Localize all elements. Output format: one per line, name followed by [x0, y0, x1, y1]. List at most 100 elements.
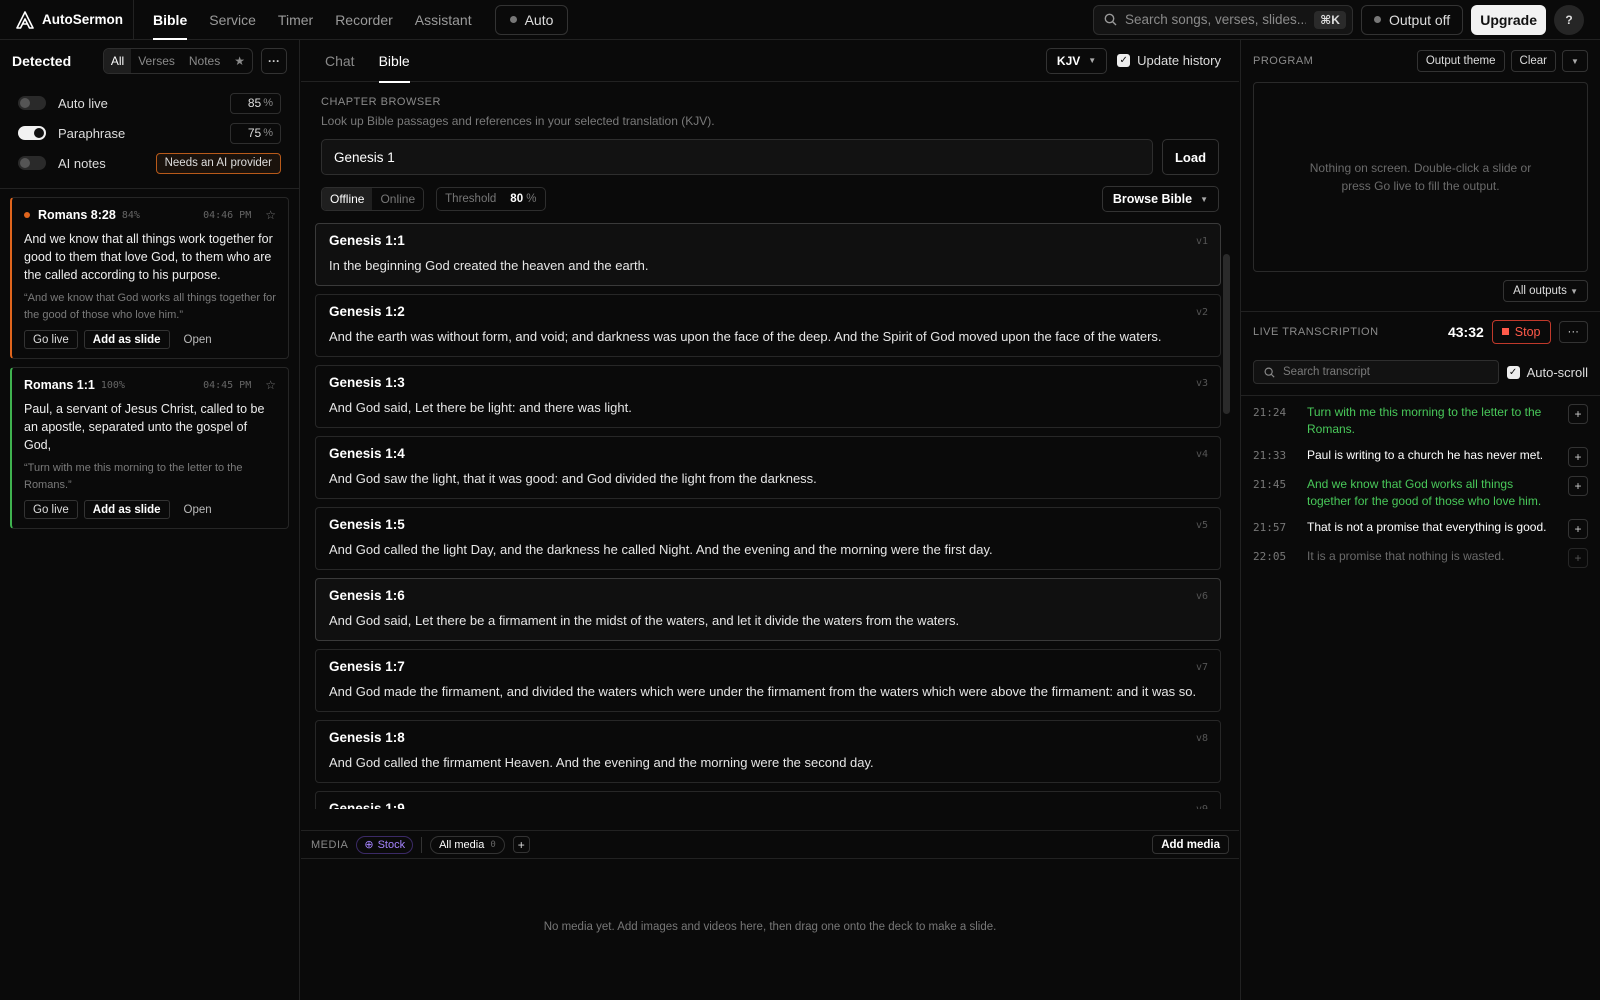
- detection-card[interactable]: Romans 1:1 100% 04:45 PM ☆ Paul, a serva…: [10, 367, 289, 529]
- nav-tab-timer[interactable]: Timer: [267, 0, 324, 40]
- stock-media-button[interactable]: ⊕ Stock: [356, 835, 414, 854]
- verse-text: And God called the firmament Heaven. And…: [329, 755, 874, 770]
- transcript-text: And we know that God works all things to…: [1307, 477, 1542, 508]
- auto-live-threshold-field[interactable]: 85 %: [230, 92, 281, 114]
- globe-icon: ⊕: [364, 839, 374, 851]
- verse-reference: Genesis 1:7: [329, 659, 405, 674]
- brand[interactable]: AutoSermon: [0, 0, 134, 40]
- ai-notes-switch[interactable]: [18, 156, 46, 170]
- program-menu-chevron-down-icon[interactable]: ▼: [1562, 50, 1588, 72]
- paraphrase-threshold-field[interactable]: 75 %: [230, 122, 281, 144]
- add-as-slide-button[interactable]: Add as slide: [83, 330, 170, 349]
- live-transcription-header: LIVE TRANSCRIPTION 43:32 Stop ···: [1241, 311, 1600, 351]
- verse-card[interactable]: Genesis 1:4 v4 And God saw the light, that…: [315, 436, 1221, 499]
- filter-notes[interactable]: Notes: [182, 49, 227, 73]
- all-outputs-select[interactable]: All outputs ▼: [1503, 280, 1588, 302]
- media-empty-state: No media yet. Add images and videos here…: [543, 921, 997, 933]
- clear-button[interactable]: Clear: [1510, 50, 1556, 72]
- paraphrase-threshold-value: 75: [247, 126, 262, 140]
- verse-card[interactable]: Genesis 1:7 v7 And God made the firmament,…: [315, 649, 1221, 712]
- mode-offline[interactable]: Offline: [322, 188, 373, 210]
- transcript-search-input[interactable]: [1283, 366, 1488, 378]
- update-history-checkbox[interactable]: ✓ Update history: [1117, 53, 1221, 68]
- filter-verses[interactable]: Verses: [131, 49, 182, 73]
- global-search-input[interactable]: [1124, 12, 1307, 27]
- filter-all[interactable]: All: [103, 49, 132, 73]
- verse-card[interactable]: Genesis 1:6 v6 And God said, Let there be …: [315, 578, 1221, 641]
- auto-scroll-checkbox[interactable]: ✓ Auto-scroll: [1506, 365, 1588, 380]
- all-outputs-label: All outputs: [1513, 285, 1567, 297]
- tab-bible[interactable]: Bible: [378, 40, 410, 83]
- browse-bible-button[interactable]: Browse Bible ▼: [1101, 186, 1219, 212]
- add-folder-plus-icon[interactable]: +: [512, 836, 530, 853]
- nav-tab-assistant[interactable]: Assistant: [404, 0, 483, 40]
- verse-card[interactable]: Genesis 1:1 v1 In the beginning God create…: [315, 223, 1221, 286]
- open-button[interactable]: Open: [176, 504, 220, 516]
- nav-tab-bible[interactable]: Bible: [142, 0, 198, 40]
- program-preview[interactable]: Nothing on screen. Double-click a slide …: [1253, 82, 1588, 272]
- upgrade-button[interactable]: Upgrade: [1471, 4, 1546, 35]
- scrollbar-thumb[interactable]: [1223, 254, 1230, 414]
- auto-live-switch[interactable]: [18, 96, 46, 110]
- detected-filter-group: All Verses Notes ★: [102, 48, 253, 74]
- transcript-search[interactable]: [1253, 360, 1499, 384]
- search-icon: [1264, 367, 1275, 378]
- update-history-label: Update history: [1137, 53, 1221, 68]
- auto-mode-button[interactable]: Auto: [494, 4, 569, 35]
- output-theme-button[interactable]: Output theme: [1416, 50, 1505, 72]
- translation-value: KJV: [1056, 53, 1081, 68]
- load-button[interactable]: Load: [1162, 139, 1219, 175]
- add-as-slide-button[interactable]: Add as slide: [83, 500, 170, 519]
- add-line-plus-icon[interactable]: +: [1568, 519, 1588, 539]
- verse-card[interactable]: Genesis 1:2 v2 And the earth was without f…: [315, 294, 1221, 357]
- global-search[interactable]: ⌘K: [1092, 4, 1353, 35]
- filter-starred-star-icon[interactable]: ★: [227, 49, 252, 73]
- verse-card[interactable]: Genesis 1:3 v3 And God said, Let there be …: [315, 365, 1221, 428]
- transcription-more-button[interactable]: ···: [1558, 320, 1588, 343]
- ai-notes-label: AI notes: [58, 155, 106, 171]
- open-button[interactable]: Open: [176, 334, 220, 346]
- translation-select[interactable]: KJV ▼: [1045, 47, 1108, 74]
- all-media-filter[interactable]: All media 0: [430, 835, 505, 854]
- add-line-plus-icon[interactable]: +: [1568, 548, 1588, 568]
- output-toggle-button[interactable]: Output off: [1360, 4, 1464, 35]
- detected-more-button[interactable]: ···: [261, 48, 287, 74]
- go-live-button[interactable]: Go live: [24, 330, 78, 349]
- chevron-down-icon: ▼: [1088, 56, 1097, 65]
- verse-card[interactable]: Genesis 1:8 v8 And God called the firmamen…: [315, 720, 1221, 783]
- favorite-star-icon[interactable]: ☆: [265, 378, 276, 392]
- needs-ai-provider-button[interactable]: Needs an AI provider: [155, 152, 281, 174]
- center-tab-controls: KJV ▼ ✓ Update history: [1045, 47, 1239, 74]
- help-button[interactable]: ?: [1554, 4, 1584, 35]
- detection-card[interactable]: Romans 8:28 84% 04:46 PM ☆ And we know t…: [10, 197, 289, 359]
- detection-time: 04:46 PM: [203, 209, 252, 221]
- verse-card[interactable]: Genesis 1:5 v5 And God called the light Da…: [315, 507, 1221, 570]
- add-line-plus-icon[interactable]: +: [1568, 404, 1588, 424]
- paraphrase-switch[interactable]: [18, 126, 46, 140]
- nav-tab-recorder[interactable]: Recorder: [324, 0, 404, 40]
- passage-input[interactable]: [321, 139, 1153, 175]
- transcript-time: 22:05: [1253, 550, 1287, 563]
- source-mode-group: Offline Online: [321, 187, 425, 211]
- verse-number: v6: [1195, 591, 1208, 602]
- verse-card[interactable]: Genesis 1:9v9And God said, Let the water…: [315, 791, 1221, 809]
- go-live-button[interactable]: Go live: [24, 500, 78, 519]
- add-line-plus-icon[interactable]: +: [1568, 476, 1588, 496]
- transcript-text: Turn with me this morning to the letter …: [1307, 405, 1542, 436]
- detection-card-header: Romans 8:28 84% 04:46 PM ☆: [24, 208, 276, 222]
- verse-reference: Genesis 1:8: [329, 730, 405, 745]
- favorite-star-icon[interactable]: ☆: [265, 208, 276, 222]
- verse-number: v7: [1195, 662, 1208, 673]
- mode-online[interactable]: Online: [372, 188, 423, 210]
- add-line-plus-icon[interactable]: +: [1568, 447, 1588, 467]
- nav-tab-service[interactable]: Service: [198, 0, 267, 40]
- verse-text: In the beginning God created the heaven …: [329, 258, 649, 273]
- threshold-field[interactable]: Threshold 80 %: [436, 187, 546, 211]
- verse-list-scrollbar[interactable]: [1223, 218, 1230, 808]
- stop-button[interactable]: Stop: [1491, 319, 1551, 344]
- transcript-line: 21:45 And we know that God works all thin…: [1253, 476, 1588, 510]
- auto-live-threshold-unit: %: [263, 97, 273, 109]
- browse-bible-label: Browse Bible: [1112, 192, 1193, 206]
- add-media-button[interactable]: Add media: [1152, 835, 1229, 854]
- tab-chat[interactable]: Chat: [325, 40, 355, 82]
